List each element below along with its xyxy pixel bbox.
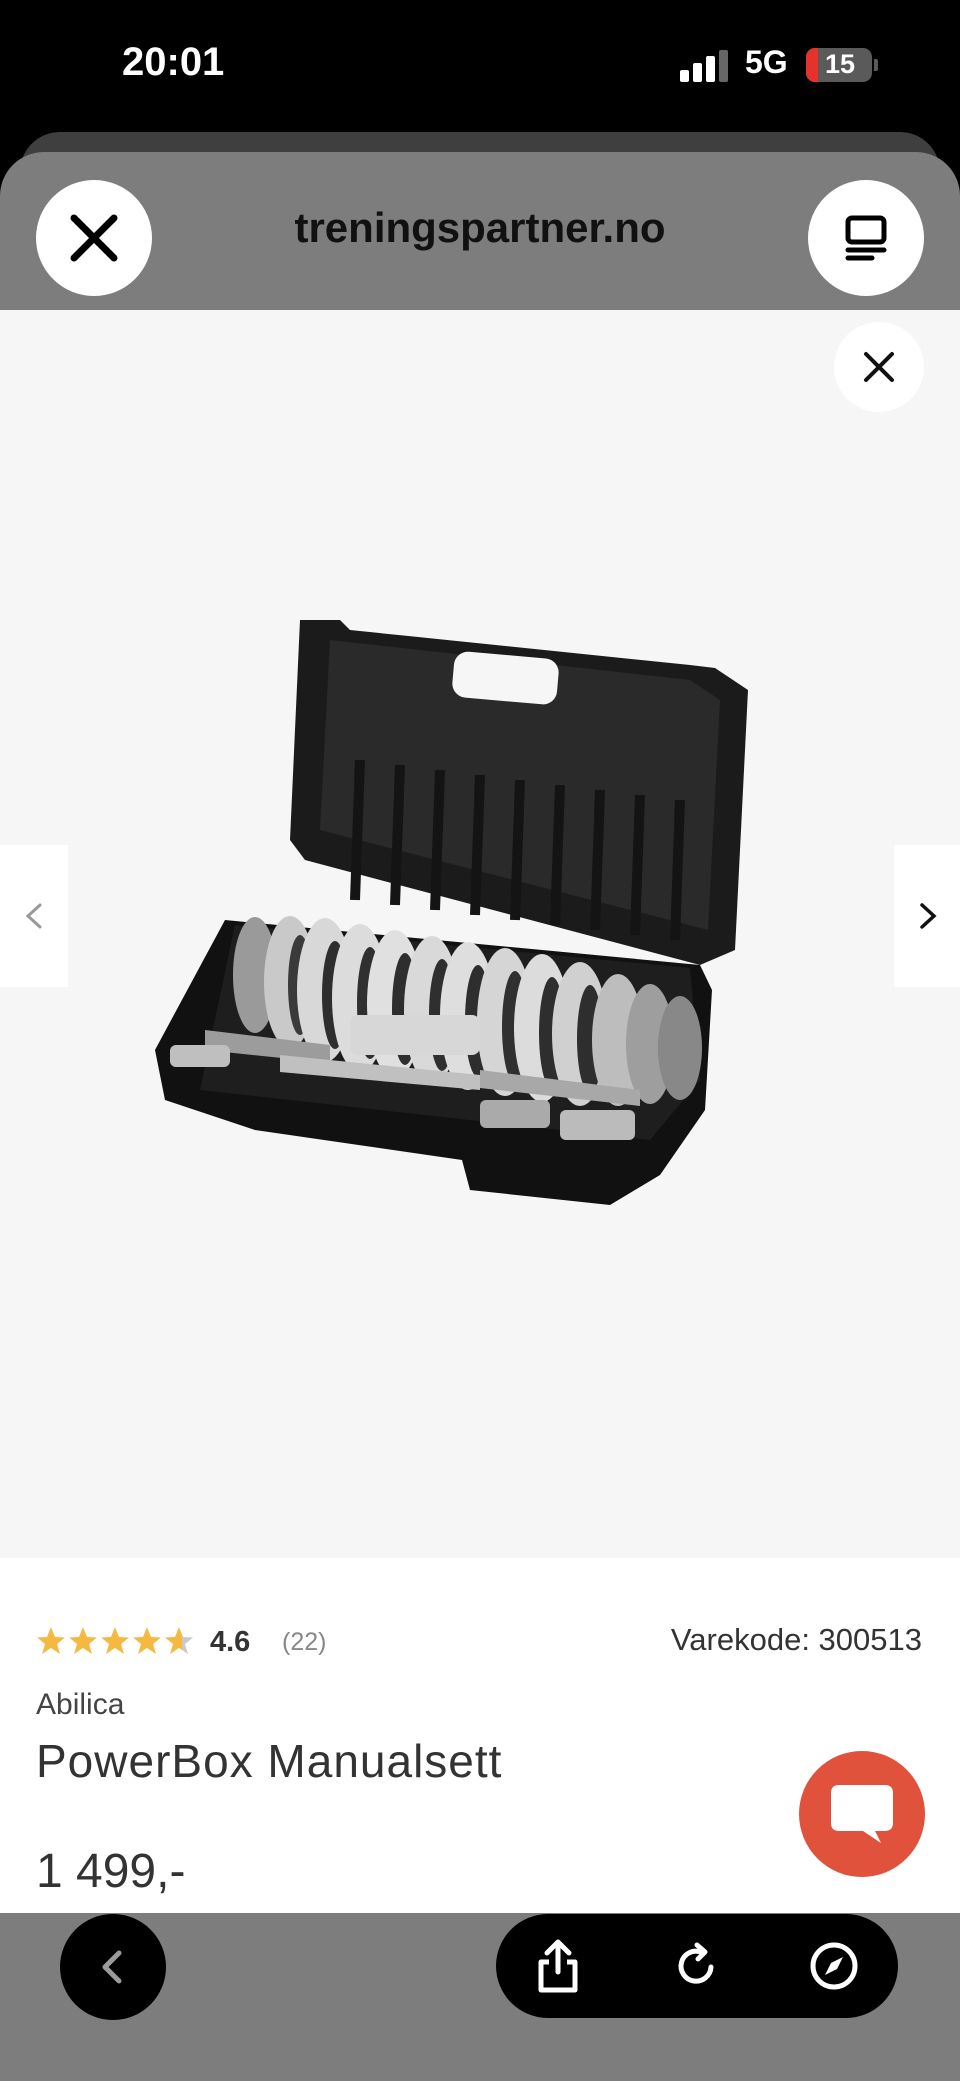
product-brand[interactable]: Abilica: [36, 1688, 124, 1722]
product-title: PowerBox Manualsett: [36, 1735, 503, 1787]
tabs-icon: [845, 215, 887, 261]
battery-level: 15: [824, 49, 856, 79]
rating-value: 4.6: [210, 1626, 251, 1658]
product-image: [155, 620, 748, 1205]
compass-icon: [810, 1942, 858, 1990]
compass-button[interactable]: [800, 1932, 868, 2000]
status-bar: 20:01 5G 15: [0, 0, 960, 130]
product-price: 1 499,-: [36, 1845, 186, 1898]
toolbar-actions: [496, 1914, 898, 2018]
rating-stars[interactable]: [36, 1626, 194, 1656]
reload-button[interactable]: [662, 1932, 730, 2000]
close-gallery-button[interactable]: [834, 322, 924, 412]
network-type: 5G: [745, 44, 788, 80]
share-icon: [538, 1939, 578, 1993]
battery-charging-icon: 15: [806, 48, 878, 82]
share-button[interactable]: [524, 1932, 592, 2000]
chat-bubble-icon: [831, 1785, 893, 1843]
product-image-gallery[interactable]: [0, 310, 960, 1558]
close-icon: [864, 352, 894, 382]
reload-icon: [678, 1942, 714, 1984]
chevron-right-icon: [920, 903, 937, 929]
next-image-button[interactable]: [894, 845, 960, 987]
product-sku: Varekode: 300513: [670, 1622, 922, 1657]
back-icon: [102, 1950, 122, 1984]
chat-button[interactable]: [799, 1751, 925, 1877]
previous-image-button[interactable]: [0, 845, 68, 987]
chevron-left-icon: [25, 903, 42, 929]
signal-icon: [680, 50, 728, 82]
status-time: 20:01: [122, 40, 225, 84]
review-count[interactable]: (22): [282, 1628, 326, 1657]
tabs-button[interactable]: [808, 180, 924, 296]
back-button[interactable]: [60, 1914, 166, 2020]
